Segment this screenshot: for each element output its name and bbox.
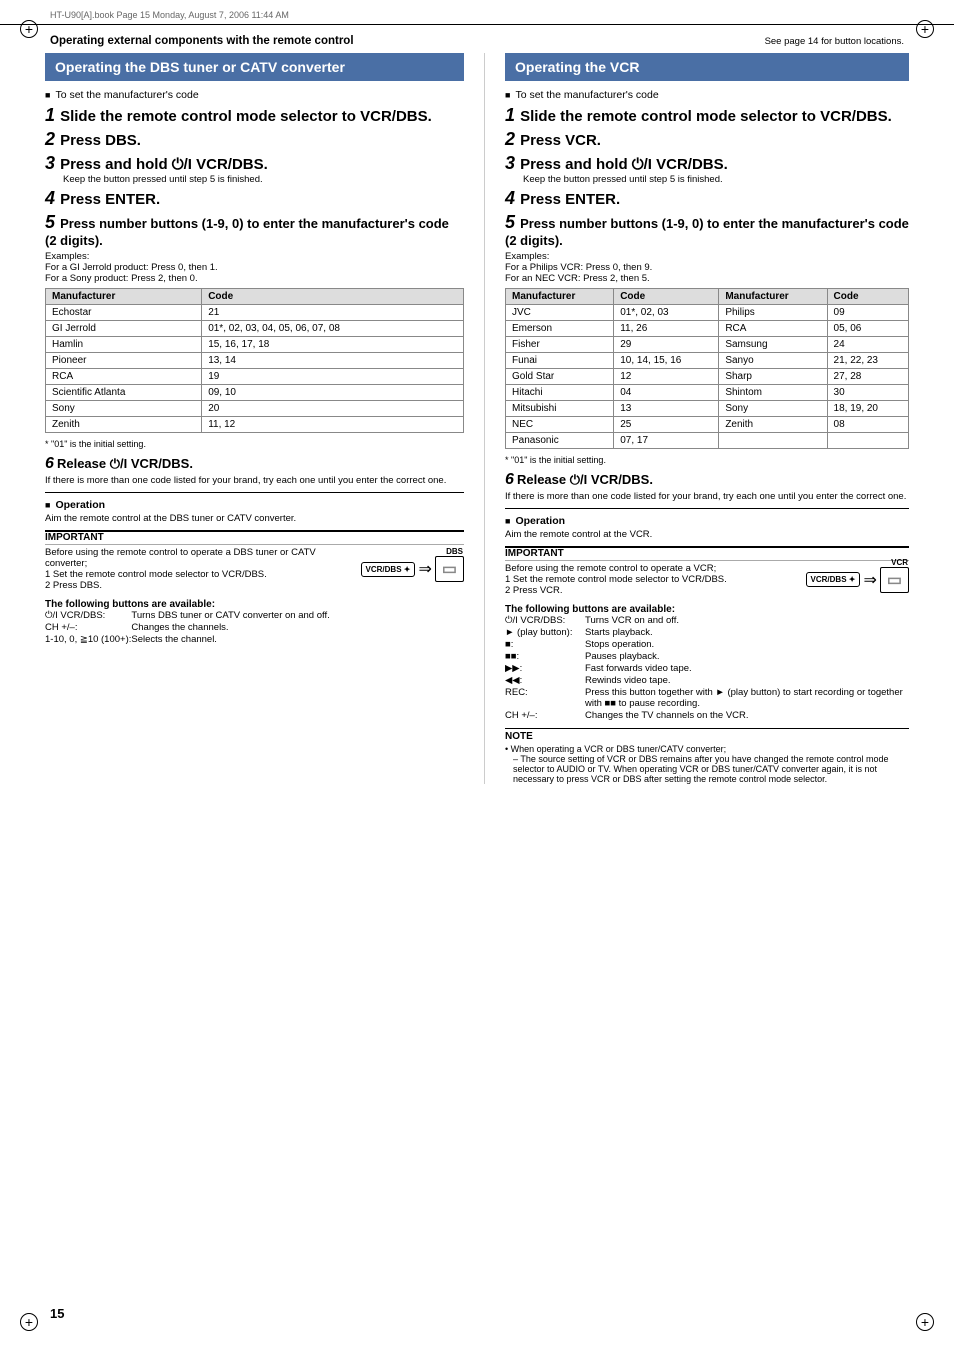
list-item: ■:Stops operation. [505,639,909,651]
table-row: Zenith11, 12 [46,417,464,433]
right-divider [505,508,909,509]
right-step-5: 5 Press number buttons (1-9, 0) to enter… [505,212,909,248]
list-item: ◀◀:Rewinds video tape. [505,675,909,687]
right-manufacturer-table: Manufacturer Code Manufacturer Code JVC0… [505,288,909,449]
left-step-5: 5 Press number buttons (1-9, 0) to enter… [45,212,464,248]
list-item: ⏻/I VCR/DBS:Turns DBS tuner or CATV conv… [45,610,464,622]
corner-mark-bl [20,1313,38,1331]
right-step-4: 4 Press ENTER. [505,188,909,209]
left-set-code-label: To set the manufacturer's code [45,89,464,101]
left-section-header: Operating the DBS tuner or CATV converte… [45,53,464,81]
list-item: CH +/–:Changes the TV channels on the VC… [505,710,909,722]
table-row: Fisher29Samsung24 [506,337,909,353]
right-step-1: 1 Slide the remote control mode selector… [505,105,909,126]
list-item: ■■:Pauses playback. [505,651,909,663]
page-number: 15 [50,1306,64,1321]
left-operation-label: Operation [45,499,464,511]
list-item: ⏻/I VCR/DBS:Turns VCR on and off. [505,615,909,627]
left-column: Operating the DBS tuner or CATV converte… [45,53,485,784]
table-row: Funai10, 14, 15, 16Sanyo21, 22, 23 [506,353,909,369]
list-item: REC:Press this button together with ► (p… [505,687,909,710]
table-row: JVC01*, 02, 03Philips09 [506,305,909,321]
right-important-box: IMPORTANT Before using the remote contro… [505,546,909,596]
right-note-box: NOTE • When operating a VCR or DBS tuner… [505,728,909,784]
right-set-code-label: To set the manufacturer's code [505,89,909,101]
left-footnote: * "01" is the initial setting. [45,439,464,449]
table-row: NEC25Zenith08 [506,417,909,433]
table-row: Scientific Atlanta09, 10 [46,385,464,401]
left-operation-text: Aim the remote control at the DBS tuner … [45,513,464,524]
left-step-6: 6 Release ⏻/I VCR/DBS. If there is more … [45,455,464,486]
table-row: Mitsubishi13Sony18, 19, 20 [506,401,909,417]
table-row: Gold Star12Sharp27, 28 [506,369,909,385]
table-row: GI Jerrold01*, 02, 03, 04, 05, 06, 07, 0… [46,321,464,337]
table-row: Emerson11, 26RCA05, 06 [506,321,909,337]
left-step-2: 2 Press DBS. [45,129,464,150]
corner-mark-tr [916,20,934,38]
table-row: Sony20 [46,401,464,417]
right-operation-text: Aim the remote control at the VCR. [505,529,909,540]
right-operation-label: Operation [505,515,909,527]
list-item: CH +/–:Changes the channels. [45,622,464,634]
page-header: HT-U90[A].book Page 15 Monday, August 7,… [0,0,954,25]
left-manufacturer-table: Manufacturer Code Echostar21GI Jerrold01… [45,288,464,433]
list-item: ► (play button):Starts playback. [505,627,909,639]
corner-mark-br [916,1313,934,1331]
left-following-buttons: The following buttons are available: ⏻/I… [45,599,464,646]
corner-mark-tl [20,20,38,38]
right-step-6: 6 Release ⏻/I VCR/DBS. If there is more … [505,471,909,502]
list-item: ▶▶:Fast forwards video tape. [505,663,909,675]
table-row: Echostar21 [46,305,464,321]
header-file: HT-U90[A].book Page 15 Monday, August 7,… [50,10,289,20]
left-diagram: VCR/DBS ✦ ⇒ DBS ▭ [361,547,464,591]
right-step-3: 3 Press and hold ⏻/I VCR/DBS. Keep the b… [505,153,909,185]
list-item: 1-10, 0, ≧10 (100+):Selects the channel. [45,634,464,646]
right-examples: Examples: For a Philips VCR: Press 0, th… [505,251,909,284]
table-row: Hitachi04Shintom30 [506,385,909,401]
main-content: Operating the DBS tuner or CATV converte… [0,53,954,784]
page-section-title: Operating external components with the r… [50,35,354,47]
table-row: Hamlin15, 16, 17, 18 [46,337,464,353]
left-step-4: 4 Press ENTER. [45,188,464,209]
left-step-1: 1 Slide the remote control mode selector… [45,105,464,126]
left-important-box: IMPORTANT Before using the remote contro… [45,530,464,591]
left-examples: Examples: For a GI Jerrold product: Pres… [45,251,464,284]
table-row: Panasonic07, 17 [506,433,909,449]
left-step-3: 3 Press and hold ⏻/I VCR/DBS. Keep the b… [45,153,464,185]
right-following-buttons: The following buttons are available: ⏻/I… [505,604,909,722]
right-section-header: Operating the VCR [505,53,909,81]
right-step-2: 2 Press VCR. [505,129,909,150]
right-column: Operating the VCR To set the manufacture… [485,53,909,784]
right-diagram: VCR/DBS ✦ ⇒ VCR ▭ [806,563,909,596]
left-divider [45,492,464,493]
table-row: RCA19 [46,369,464,385]
right-footnote: * "01" is the initial setting. [505,455,909,465]
page-button-location-ref: See page 14 for button locations. [765,36,904,47]
table-row: Pioneer13, 14 [46,353,464,369]
